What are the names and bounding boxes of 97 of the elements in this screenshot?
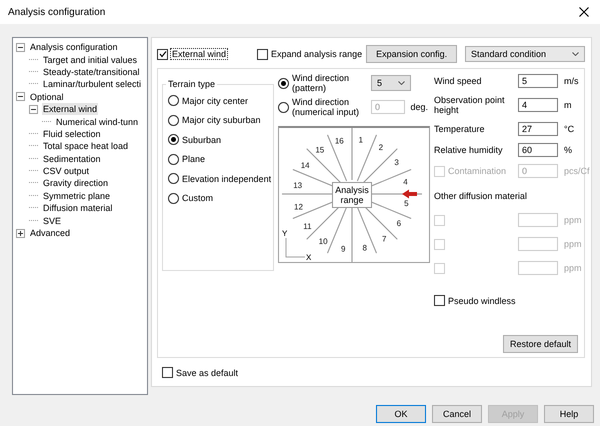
radio-label: Major city suburban [182,115,261,125]
collapse-icon[interactable] [16,92,25,102]
input-field[interactable] [518,213,558,227]
close-icon[interactable] [579,7,589,17]
radio-label: Elevation independent [182,174,272,184]
checkbox[interactable] [434,295,445,306]
direction-label: 4 [403,177,408,186]
direction-label: 13 [293,181,302,190]
radio-label: Suburban [182,134,222,144]
checkbox-label: External wind [171,49,228,59]
input-field[interactable]: 27 [518,122,558,136]
radio-button[interactable] [168,192,179,204]
checkbox-label: Expand analysis range [271,49,362,59]
direction-label: 12 [294,202,303,212]
chevron-down-icon [398,81,405,85]
condition-dropdown[interactable]: Standard condition [465,46,585,62]
field-label: Relative humidity [434,145,504,155]
tree-item[interactable]: External wind [42,103,98,116]
direction-label: 14 [300,161,310,170]
expansion-config-button[interactable]: Expansion config. [366,45,458,63]
axis-label: X [306,253,312,262]
radio-label: Wind direction (numerical input) [292,97,360,117]
expand-icon[interactable] [16,228,25,238]
direction-label: 1 [358,136,363,145]
unit-label: ppm [563,263,582,273]
tree-item[interactable]: Fluid selection [42,128,102,140]
unit-label: °C [563,124,576,134]
direction-label: 6 [396,218,402,228]
collapse-icon[interactable] [29,104,38,114]
tree-item[interactable]: Advanced [29,227,72,240]
input-field[interactable] [518,261,558,275]
input-field[interactable]: 60 [518,143,558,157]
unit-label: m [563,100,572,110]
direction-label: 2 [378,143,384,152]
tree-item[interactable]: Total space heat load [42,140,130,152]
direction-label: 11 [303,222,312,232]
range-label: Analysis range [332,182,372,208]
radio-button[interactable] [168,95,179,106]
restore-default-button[interactable]: Restore default [502,335,578,353]
checkbox[interactable] [257,48,268,60]
direction-label: 16 [334,136,344,146]
group-title: Terrain type [167,79,216,89]
tree-item[interactable]: Gravity direction [42,177,110,190]
field-label: Temperature [434,124,486,134]
tree-item[interactable]: Steady-state/transitional [42,66,141,78]
checkbox-label: Contamination [448,166,506,176]
tree-item[interactable]: Laminar/turbulent selecti [42,78,142,90]
dialog-button[interactable]: Help [544,405,594,423]
radio-button[interactable] [168,154,179,164]
unit-label: pcs/Cf [563,166,590,176]
window-title: Analysis configuration [8,6,106,18]
field-label: Wind speed [434,76,483,86]
axis-label: Y [282,229,288,238]
collapse-icon[interactable] [16,42,25,52]
input-field[interactable]: 5 [518,74,558,88]
tree-item[interactable]: Sedimentation [42,152,102,165]
field-label: Observation point height [434,95,506,115]
tree-item[interactable]: Diffusion material [42,202,114,214]
direction-label: 9 [341,244,346,254]
radio-button[interactable] [168,134,179,145]
direction-dropdown[interactable]: 5 [371,75,411,91]
unit-label: ppm [563,215,582,225]
direction-label: 7 [382,234,386,244]
tree-item[interactable]: Target and initial values [42,54,138,66]
radio-button[interactable] [278,78,289,88]
input-field[interactable] [518,237,558,251]
unit-label: ppm [563,239,582,249]
radio-label: Plane [182,154,206,164]
unit-label: m/s [563,76,580,86]
direction-label: 10 [318,236,328,246]
tree-item[interactable]: Optional [29,90,65,103]
checkbox[interactable] [162,367,173,378]
axis-lines [286,238,306,258]
radio-label: Wind direction (pattern) [292,73,350,93]
direction-label: 5 [404,198,409,208]
input-field[interactable]: 4 [518,98,558,112]
checkbox[interactable] [157,48,168,60]
radio-button[interactable] [168,114,179,126]
dialog-button[interactable]: OK [376,405,426,423]
direction-label: 15 [315,145,324,154]
tree-item[interactable]: CSV output [42,165,90,178]
unit-label: % [563,145,574,155]
radio-button[interactable] [168,173,179,184]
checkbox-label: Save as default [176,368,238,378]
tree-item[interactable]: SVE [42,214,62,227]
unit-label: deg. [409,102,428,112]
checkbox-label: Pseudo windless [448,296,516,306]
tree-item[interactable]: Numerical wind-tunn [55,116,140,128]
direction-label: 3 [394,158,399,167]
radio-label: Custom [182,193,214,203]
radio-label: Major city center [182,96,248,106]
section-title: Other diffusion material [434,191,528,201]
tree-item[interactable]: Analysis configuration [29,41,119,54]
tree-item[interactable]: Symmetric plane [42,190,112,202]
direction-label: 8 [362,244,367,253]
chevron-down-icon [572,52,579,56]
dialog-button[interactable]: Cancel [432,405,482,423]
